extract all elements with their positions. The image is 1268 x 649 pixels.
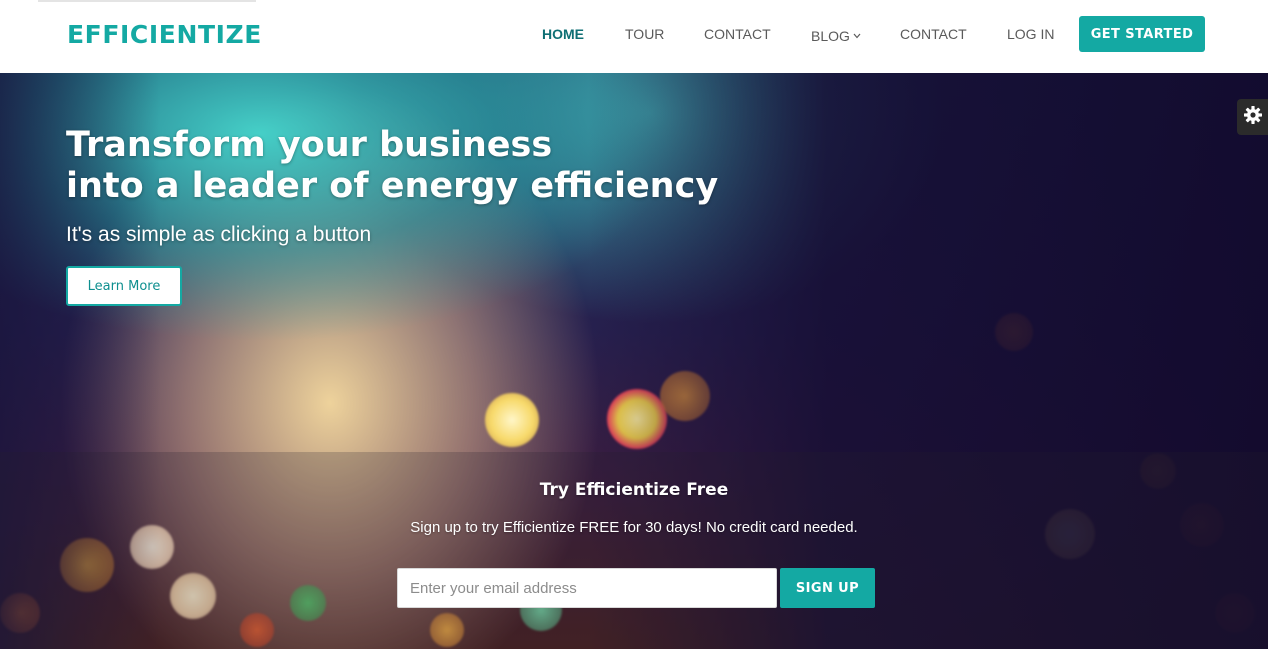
gear-icon (1243, 105, 1263, 130)
nav-item-tour[interactable]: TOUR (625, 26, 664, 42)
top-divider-line (38, 0, 256, 2)
chevron-down-icon (853, 26, 861, 42)
signup-title: Try Efficientize Free (539, 480, 729, 500)
signup-description: Sign up to try Efficientize FREE for 30 … (410, 519, 858, 536)
settings-tab-button[interactable] (1237, 99, 1268, 135)
nav-item-home[interactable]: HOME (542, 26, 584, 42)
hero-section: Transform your business into a leader of… (0, 73, 1268, 649)
learn-more-button[interactable]: Learn More (66, 266, 182, 306)
bokeh-light (485, 393, 539, 447)
nav-item-login[interactable]: LOG IN (1007, 26, 1054, 42)
hero-headline: Transform your business into a leader of… (66, 125, 718, 207)
hero-headline-line1: Transform your business (66, 125, 553, 165)
get-started-button[interactable]: GET STARTED (1079, 16, 1205, 52)
email-input[interactable] (397, 568, 777, 608)
top-navbar: EFFICIENTIZE HOME TOUR CONTACT BLOG CONT… (0, 0, 1268, 73)
nav-item-blog[interactable]: BLOG (811, 26, 861, 44)
nav-item-contact-2[interactable]: CONTACT (900, 26, 967, 42)
hero-subheadline: It's as simple as clicking a button (66, 223, 372, 246)
sign-up-button[interactable]: SIGN UP (780, 568, 875, 608)
brand-logo[interactable]: EFFICIENTIZE (67, 20, 262, 50)
nav-item-contact[interactable]: CONTACT (704, 26, 771, 42)
signup-band: Try Efficientize Free Sign up to try Eff… (0, 452, 1268, 649)
hero-headline-line2: into a leader of energy efficiency (66, 166, 719, 206)
nav-item-blog-label: BLOG (811, 28, 850, 44)
